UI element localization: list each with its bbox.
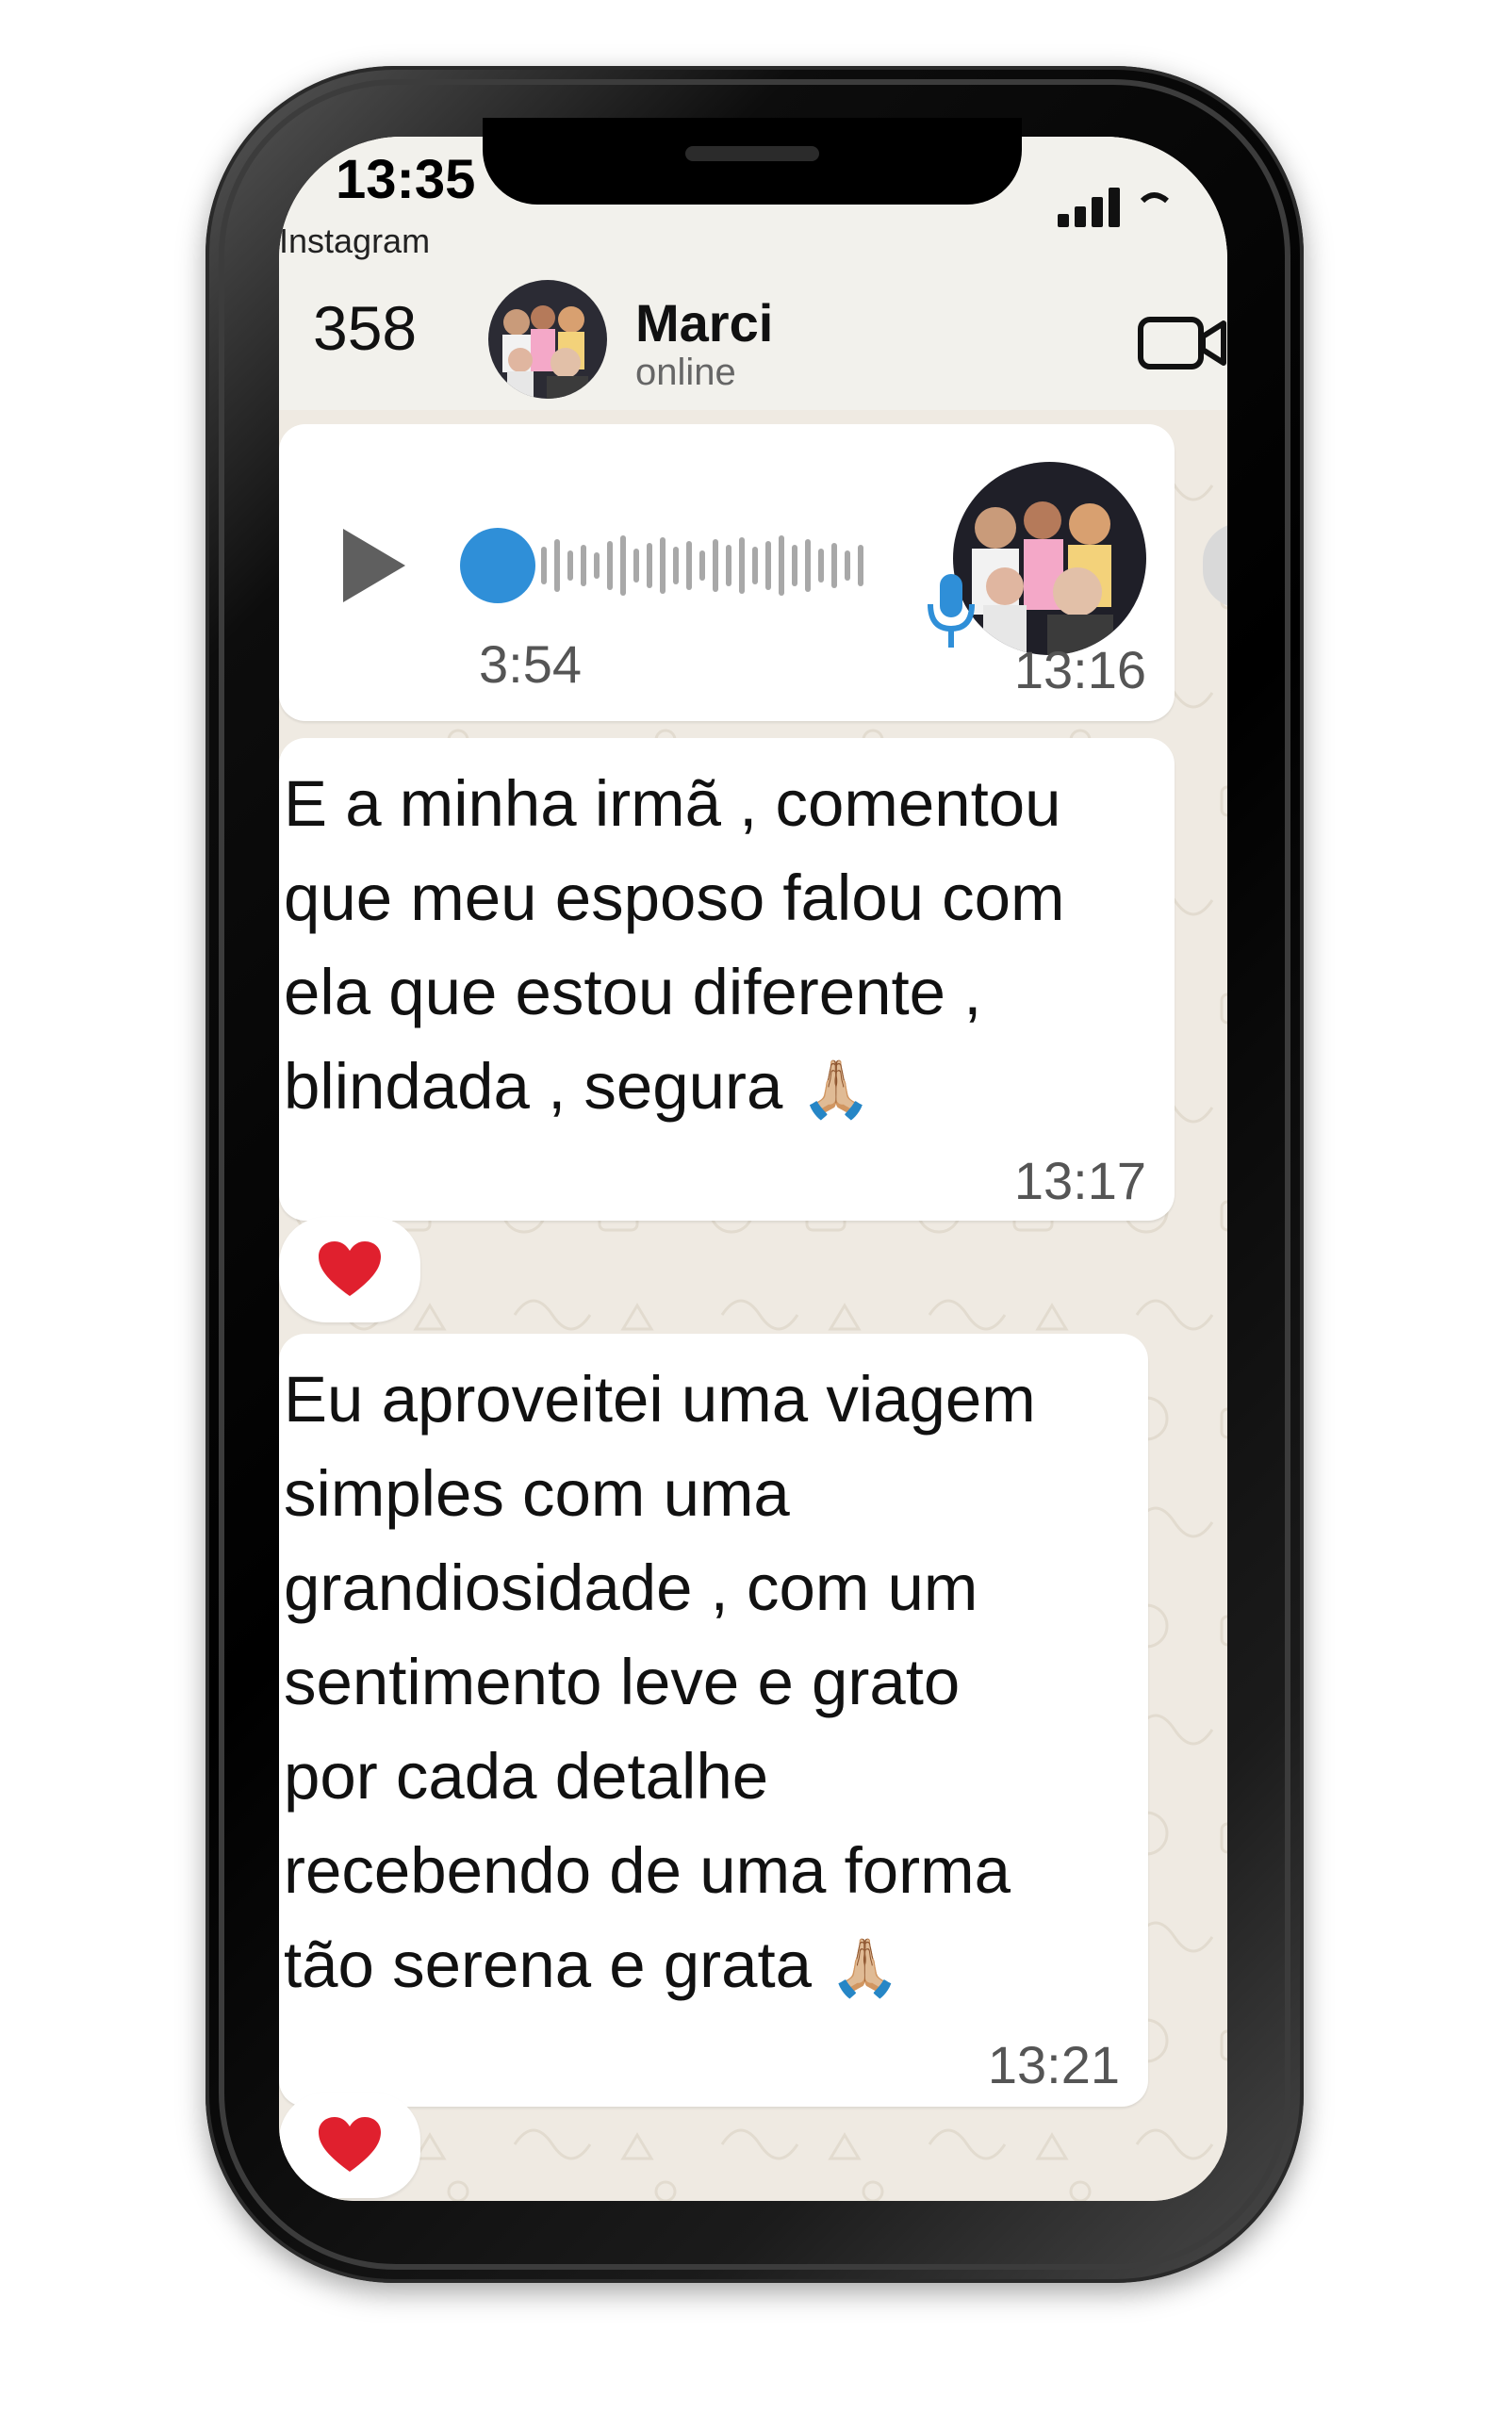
contact-avatar[interactable] bbox=[488, 280, 607, 399]
voice-sender-avatar bbox=[953, 462, 1146, 655]
chat-screen: 13:35 Instagram 358 Marci online 3:54 13… bbox=[279, 137, 1227, 2201]
back-button-count[interactable]: 358 bbox=[313, 292, 417, 364]
text-message-bubble: E a minha irmã , comentou que meu esposo… bbox=[279, 738, 1175, 1221]
voice-message-bubble: 3:54 13:16 bbox=[279, 424, 1175, 721]
phone-notch bbox=[483, 118, 1022, 205]
pray-emoji: 🙏🏼 bbox=[800, 1058, 872, 1121]
voice-message-time: 13:16 bbox=[1013, 640, 1146, 699]
message-text: Eu aproveitei uma viagem simples com uma… bbox=[284, 1363, 1036, 2001]
text-message-bubble: Eu aproveitei uma viagem simples com uma… bbox=[279, 1334, 1148, 2107]
status-time: 13:35 bbox=[336, 149, 476, 210]
message-time: 13:17 bbox=[1013, 1151, 1146, 1210]
video-call-icon[interactable] bbox=[1137, 314, 1227, 372]
signal-icon bbox=[1058, 188, 1169, 227]
message-time: 13:21 bbox=[987, 2035, 1120, 2094]
voice-duration: 3:54 bbox=[479, 634, 582, 694]
voice-waveform[interactable] bbox=[458, 518, 882, 613]
heart-reaction-icon[interactable] bbox=[279, 1217, 420, 1322]
contact-name[interactable]: Marci bbox=[635, 292, 773, 353]
play-icon[interactable] bbox=[336, 523, 411, 608]
earpiece-speaker bbox=[685, 146, 819, 161]
contact-status: online bbox=[635, 352, 736, 393]
back-to-app-link[interactable]: Instagram bbox=[279, 222, 430, 261]
mic-icon bbox=[928, 574, 975, 648]
message-text: E a minha irmã , comentou que meu esposo… bbox=[284, 767, 1065, 1123]
pray-emoji: 🙏🏼 bbox=[830, 1936, 900, 1999]
heart-reaction-icon[interactable] bbox=[279, 2093, 420, 2198]
